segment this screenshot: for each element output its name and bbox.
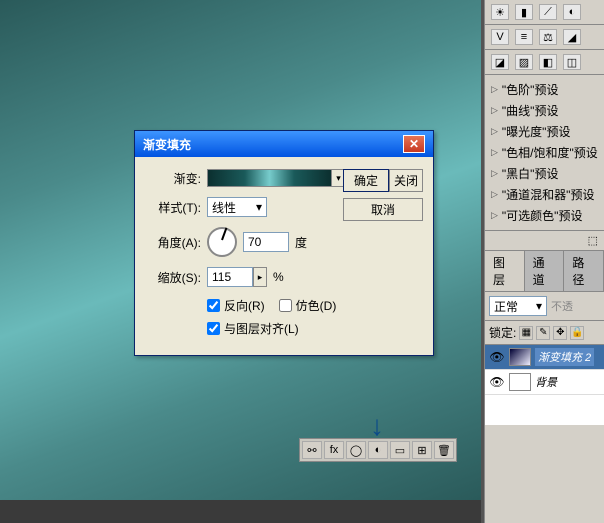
style-value: 线性 xyxy=(212,199,236,216)
preset-curves[interactable]: ▷"曲线"预设 xyxy=(487,100,602,121)
gradient-fill-dialog: 渐变填充 ✕ 渐变: ▾ 样式(T): 线性 ▾ 角度(A): 度 缩放(S):… xyxy=(134,130,434,356)
layer-lock-row: 锁定: ▦ ✎ ✥ 🔒 xyxy=(485,321,604,345)
triangle-icon: ▷ xyxy=(491,147,498,158)
brightness-icon[interactable]: ☀ xyxy=(491,4,509,20)
layer-bottom-toolbar: ⚯ fx ◯ ◐ ▭ ⊞ 🗑 xyxy=(299,438,457,462)
right-panel-area: ☀ ▮ ⟋ ◐ V ≡ ⚖ ◢ ◪ ▨ ◧ ◫ ▷"色阶"预设 ▷"曲线"预设 … xyxy=(484,0,604,523)
preset-bw[interactable]: ▷"黑白"预设 xyxy=(487,163,602,184)
scale-label: 缩放(S): xyxy=(145,269,201,286)
align-checkbox[interactable]: 与图层对齐(L) xyxy=(207,320,299,337)
resize-icon: ⬚ xyxy=(588,234,598,247)
blend-mode-select[interactable]: 正常▾ xyxy=(489,296,547,316)
style-select[interactable]: 线性 ▾ xyxy=(207,197,267,217)
balance-icon[interactable]: ⚖ xyxy=(539,29,557,45)
canvas-border xyxy=(0,500,481,523)
levels-icon[interactable]: ▮ xyxy=(515,4,533,20)
triangle-icon: ▷ xyxy=(491,126,498,137)
dither-checkbox[interactable]: 仿色(D) xyxy=(279,297,337,314)
close-button[interactable]: 关闭 xyxy=(389,169,423,192)
chevron-down-icon: ▾ xyxy=(536,299,542,313)
gradient-preview[interactable] xyxy=(207,169,332,187)
layer-list: 👁 渐变填充 2 👁 背景 xyxy=(485,345,604,425)
triangle-icon: ▷ xyxy=(491,84,498,95)
layer-name: 渐变填充 2 xyxy=(535,348,594,366)
panel-resize-bar[interactable]: ⬚ xyxy=(485,231,604,251)
adjustment-icons-row1: ☀ ▮ ⟋ ◐ xyxy=(485,0,604,25)
selective-icon[interactable]: ◫ xyxy=(563,54,581,70)
lock-move-icon[interactable]: ✥ xyxy=(553,326,567,340)
style-label: 样式(T): xyxy=(145,199,201,216)
bw-icon[interactable]: ◢ xyxy=(563,29,581,45)
angle-unit: 度 xyxy=(295,234,307,251)
folder-icon[interactable]: ▭ xyxy=(390,441,410,459)
visibility-icon[interactable]: 👁 xyxy=(489,350,505,364)
new-layer-icon[interactable]: ⊞ xyxy=(412,441,432,459)
ok-button[interactable]: 确定 xyxy=(343,169,389,192)
angle-dial[interactable] xyxy=(207,227,237,257)
tab-paths[interactable]: 路径 xyxy=(564,251,604,291)
triangle-icon: ▷ xyxy=(491,210,498,221)
dialog-title: 渐变填充 xyxy=(143,136,191,153)
opacity-label: 不透 xyxy=(551,298,573,314)
posterize-icon[interactable]: ▨ xyxy=(515,54,533,70)
cancel-button[interactable]: 取消 xyxy=(343,198,423,221)
mask-icon[interactable]: ◯ xyxy=(346,441,366,459)
adjustment-layer-icon[interactable]: ◐ xyxy=(368,441,388,459)
preset-channelmix[interactable]: ▷"通道混和器"预设 xyxy=(487,184,602,205)
angle-label: 角度(A): xyxy=(145,234,201,251)
tab-channels[interactable]: 通道 xyxy=(525,251,565,291)
angle-input[interactable] xyxy=(243,232,289,252)
adjustment-icons-row2: V ≡ ⚖ ◢ xyxy=(485,25,604,50)
triangle-icon: ▷ xyxy=(491,168,498,179)
threshold-icon[interactable]: ◧ xyxy=(539,54,557,70)
layer-tabs: 图层 通道 路径 xyxy=(485,251,604,292)
trash-icon[interactable]: 🗑 xyxy=(434,441,454,459)
lock-transparent-icon[interactable]: ▦ xyxy=(519,326,533,340)
fx-icon[interactable]: fx xyxy=(324,441,344,459)
close-icon[interactable]: ✕ xyxy=(403,135,425,153)
tab-layers[interactable]: 图层 xyxy=(485,251,525,291)
layer-item-background[interactable]: 👁 背景 xyxy=(485,370,604,395)
layer-thumbnail[interactable] xyxy=(509,348,531,366)
presets-panel: ▷"色阶"预设 ▷"曲线"预设 ▷"曝光度"预设 ▷"色相/饱和度"预设 ▷"黑… xyxy=(485,75,604,231)
scale-arrow[interactable]: ▸ xyxy=(253,267,267,287)
exposure-icon[interactable]: ◐ xyxy=(563,4,581,20)
layer-name: 背景 xyxy=(535,374,557,390)
lock-paint-icon[interactable]: ✎ xyxy=(536,326,550,340)
triangle-icon: ▷ xyxy=(491,105,498,116)
dialog-titlebar[interactable]: 渐变填充 ✕ xyxy=(135,131,433,157)
scale-unit: % xyxy=(273,270,284,284)
scale-input[interactable] xyxy=(207,267,253,287)
hue-icon[interactable]: ≡ xyxy=(515,29,533,45)
adjustment-icons-row3: ◪ ▨ ◧ ◫ xyxy=(485,50,604,75)
curves-icon[interactable]: ⟋ xyxy=(539,4,557,20)
preset-hue[interactable]: ▷"色相/饱和度"预设 xyxy=(487,142,602,163)
lock-all-icon[interactable]: 🔒 xyxy=(570,326,584,340)
chevron-down-icon: ▾ xyxy=(256,200,262,214)
layer-item-gradient-fill[interactable]: 👁 渐变填充 2 xyxy=(485,345,604,370)
layer-thumbnail[interactable] xyxy=(509,373,531,391)
link-icon[interactable]: ⚯ xyxy=(302,441,322,459)
visibility-icon[interactable]: 👁 xyxy=(489,375,505,389)
invert-icon[interactable]: ◪ xyxy=(491,54,509,70)
preset-levels[interactable]: ▷"色阶"预设 xyxy=(487,79,602,100)
reverse-checkbox[interactable]: 反向(R) xyxy=(207,297,265,314)
layer-options: 正常▾ 不透 xyxy=(485,292,604,321)
triangle-icon: ▷ xyxy=(491,189,498,200)
vibrance-icon[interactable]: V xyxy=(491,29,509,45)
lock-label: 锁定: xyxy=(489,324,516,341)
gradient-label: 渐变: xyxy=(145,170,201,187)
preset-selective[interactable]: ▷"可选颜色"预设 xyxy=(487,205,602,226)
preset-exposure[interactable]: ▷"曝光度"预设 xyxy=(487,121,602,142)
